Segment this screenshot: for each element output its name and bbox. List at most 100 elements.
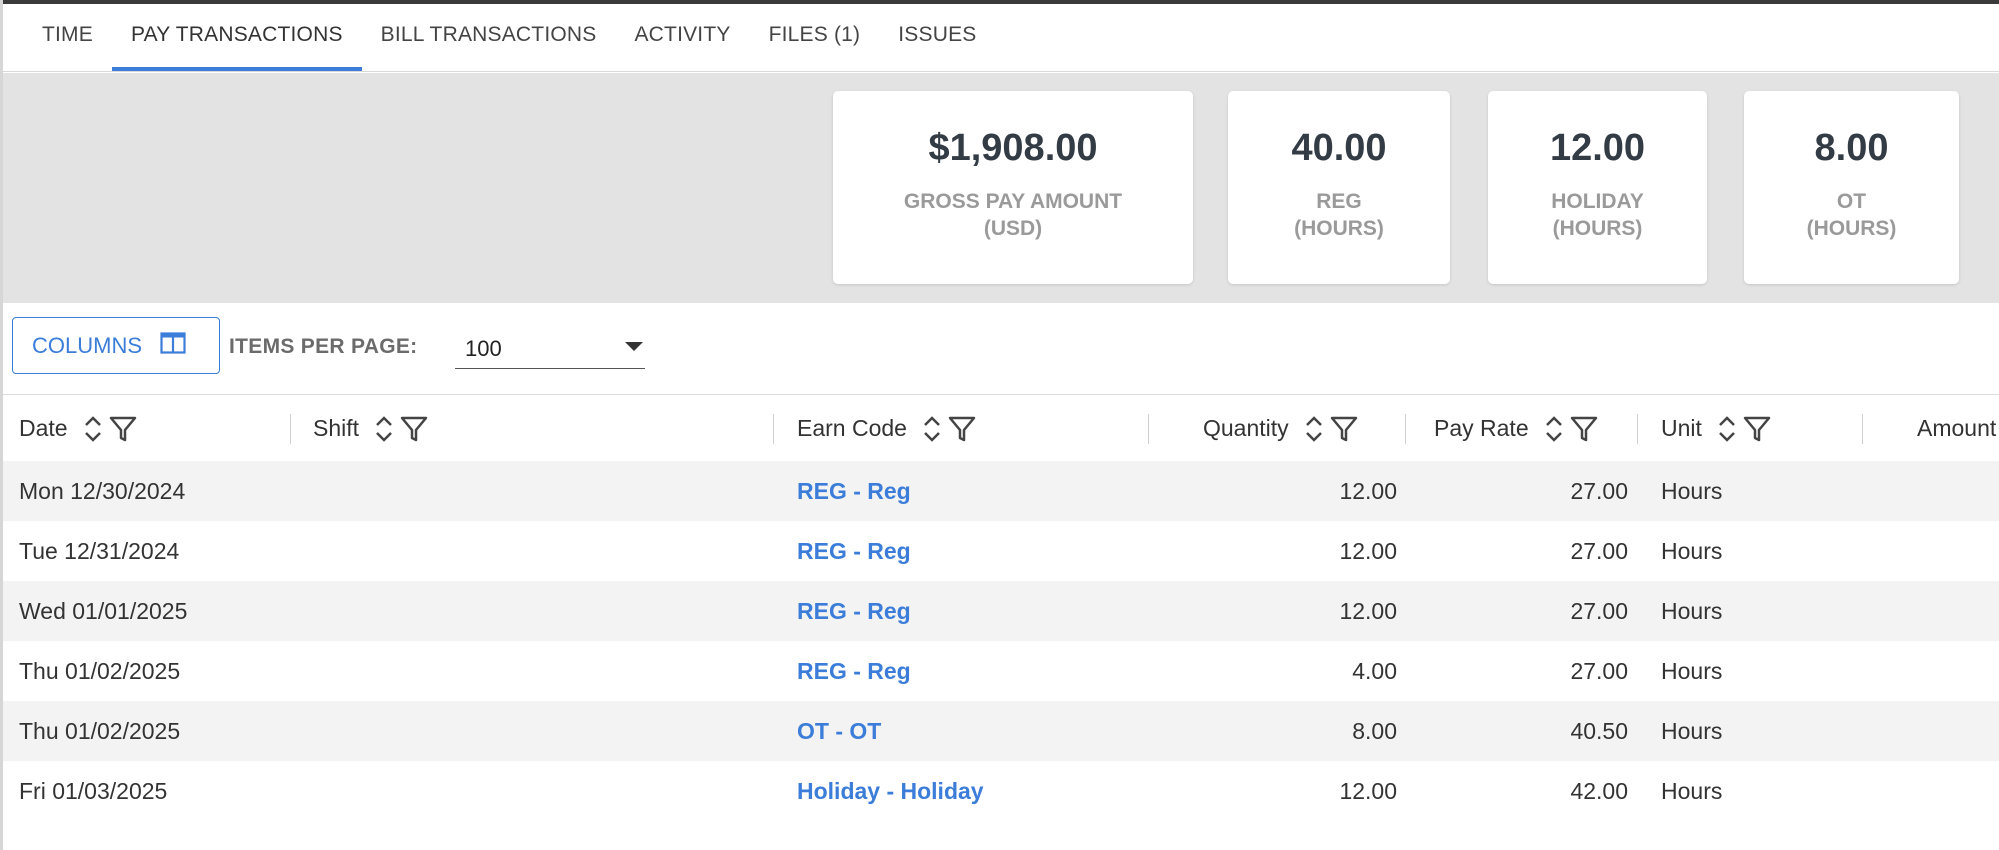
filter-icon[interactable]	[399, 414, 429, 444]
gross-pay-label: GROSS PAY AMOUNT (USD)	[903, 190, 1123, 240]
column-header-date: Date	[19, 396, 138, 461]
tab-label: TIME	[42, 22, 93, 46]
column-separator[interactable]	[1148, 414, 1149, 444]
chevron-down-icon	[625, 342, 643, 351]
columns-button[interactable]: COLUMNS	[12, 317, 220, 374]
filter-icon[interactable]	[947, 414, 977, 444]
cell-quantity: 12.00	[1339, 537, 1397, 564]
column-separator[interactable]	[1862, 414, 1863, 444]
ot-hours-value: 8.00	[1814, 127, 1889, 169]
tab-label: ACTIVITY	[634, 22, 731, 46]
cell-date: Thu 01/02/2025	[19, 657, 181, 684]
cell-unit: Hours	[1661, 777, 1723, 804]
column-header-quantity: Quantity	[1203, 396, 1359, 461]
tab-pay-transactions[interactable]: PAY TRANSACTIONS	[111, 4, 362, 71]
table-toolbar: COLUMNS ITEMS PER PAGE: 100	[3, 303, 1999, 395]
column-header-label: Unit	[1661, 415, 1702, 441]
cell-earn-code-link[interactable]: REG - Reg	[797, 521, 911, 581]
cell-earn-code-link[interactable]: OT - OT	[797, 701, 881, 761]
filter-icon[interactable]	[1329, 414, 1359, 444]
table-header: Date Shift Earn Code Quantity Pay Rate U…	[3, 396, 1999, 461]
column-header-label: Pay Rate	[1434, 415, 1529, 441]
table-row: Mon 12/30/2024 REG - Reg 12.00 27.00 Hou…	[3, 461, 1999, 521]
cell-pay-rate: 27.00	[1570, 477, 1628, 504]
columns-icon	[160, 331, 186, 360]
cell-pay-rate: 40.50	[1570, 717, 1628, 744]
items-per-page-value: 100	[465, 336, 502, 361]
column-separator[interactable]	[1405, 414, 1406, 444]
cell-quantity: 4.00	[1352, 657, 1397, 684]
summary-panel: $1,908.00 GROSS PAY AMOUNT (USD) 40.00 R…	[3, 73, 1999, 303]
cell-pay-rate: 27.00	[1570, 537, 1628, 564]
column-header-label: Shift	[313, 415, 360, 441]
column-header-label: Quantity	[1203, 415, 1289, 441]
column-header-label: Amount	[1917, 415, 1997, 441]
table-row: Wed 01/01/2025 REG - Reg 12.00 27.00 Hou…	[3, 581, 1999, 641]
ot-hours-label: OT (HOURS)	[1806, 190, 1897, 240]
filter-icon[interactable]	[1742, 414, 1772, 444]
cell-pay-rate: 42.00	[1570, 777, 1628, 804]
column-header-shift: Shift	[313, 396, 429, 461]
filter-icon[interactable]	[108, 414, 138, 444]
cell-date: Tue 12/31/2024	[19, 537, 180, 564]
cell-quantity: 12.00	[1339, 777, 1397, 804]
table-row: Thu 01/02/2025 REG - Reg 4.00 27.00 Hour…	[3, 641, 1999, 701]
tab-activity[interactable]: ACTIVITY	[615, 4, 749, 71]
tab-time[interactable]: TIME	[23, 4, 112, 71]
column-separator[interactable]	[290, 414, 291, 444]
items-per-page-select[interactable]: 100	[455, 325, 645, 369]
holiday-hours-value: 12.00	[1549, 127, 1646, 169]
cell-unit: Hours	[1661, 537, 1723, 564]
holiday-hours-card: 12.00 HOLIDAY (HOURS)	[1488, 91, 1707, 284]
cell-date: Wed 01/01/2025	[19, 597, 188, 624]
cell-unit: Hours	[1661, 717, 1723, 744]
column-header-label: Earn Code	[797, 415, 907, 441]
filter-icon[interactable]	[1569, 414, 1599, 444]
cell-date: Mon 12/30/2024	[19, 477, 186, 504]
cell-earn-code-link[interactable]: Holiday - Holiday	[797, 761, 984, 821]
column-header-earn-code: Earn Code	[797, 396, 977, 461]
cell-quantity: 12.00	[1339, 477, 1397, 504]
tab-files[interactable]: FILES (1)	[750, 4, 880, 71]
cell-earn-code-link[interactable]: REG - Reg	[797, 461, 911, 521]
cell-pay-rate: 27.00	[1570, 597, 1628, 624]
column-separator[interactable]	[1637, 414, 1638, 444]
cell-quantity: 8.00	[1352, 717, 1397, 744]
tab-bill-transactions[interactable]: BILL TRANSACTIONS	[362, 4, 616, 71]
holiday-hours-label: HOLIDAY (HOURS)	[1551, 190, 1644, 240]
tab-label: ISSUES	[898, 22, 977, 46]
tab-label: BILL TRANSACTIONS	[380, 22, 597, 46]
sort-icon[interactable]	[82, 413, 104, 445]
ot-hours-card: 8.00 OT (HOURS)	[1744, 91, 1959, 284]
table-row: Tue 12/31/2024 REG - Reg 12.00 27.00 Hou…	[3, 521, 1999, 581]
cell-earn-code-link[interactable]: REG - Reg	[797, 581, 911, 641]
tab-label: FILES (1)	[768, 22, 861, 46]
tab-bar: TIME PAY TRANSACTIONS BILL TRANSACTIONS …	[3, 4, 1999, 72]
gross-pay-value: $1,908.00	[928, 127, 1098, 169]
column-separator[interactable]	[773, 414, 774, 444]
sort-icon[interactable]	[921, 413, 943, 445]
gross-pay-card: $1,908.00 GROSS PAY AMOUNT (USD)	[833, 91, 1193, 284]
reg-hours-label: REG (HOURS)	[1294, 190, 1384, 240]
cell-pay-rate: 27.00	[1570, 657, 1628, 684]
sort-icon[interactable]	[1716, 413, 1738, 445]
columns-button-label: COLUMNS	[32, 332, 143, 358]
items-per-page-label: ITEMS PER PAGE:	[229, 335, 418, 358]
column-header-label: Date	[19, 415, 68, 441]
reg-hours-value: 40.00	[1291, 127, 1387, 169]
column-header-pay-rate: Pay Rate	[1434, 396, 1599, 461]
cell-unit: Hours	[1661, 657, 1723, 684]
tab-issues[interactable]: ISSUES	[879, 4, 995, 71]
sort-icon[interactable]	[1543, 413, 1565, 445]
tab-label: PAY TRANSACTIONS	[130, 22, 343, 46]
cell-earn-code-link[interactable]: REG - Reg	[797, 641, 911, 701]
cell-quantity: 12.00	[1339, 597, 1397, 624]
column-header-amount: Amount	[1917, 396, 1999, 461]
cell-unit: Hours	[1661, 477, 1723, 504]
table-row: Fri 01/03/2025 Holiday - Holiday 12.00 4…	[3, 761, 1999, 821]
sort-icon[interactable]	[1303, 413, 1325, 445]
table-row: Thu 01/02/2025 OT - OT 8.00 40.50 Hours	[3, 701, 1999, 761]
cell-date: Fri 01/03/2025	[19, 777, 168, 804]
cell-date: Thu 01/02/2025	[19, 717, 181, 744]
sort-icon[interactable]	[373, 413, 395, 445]
